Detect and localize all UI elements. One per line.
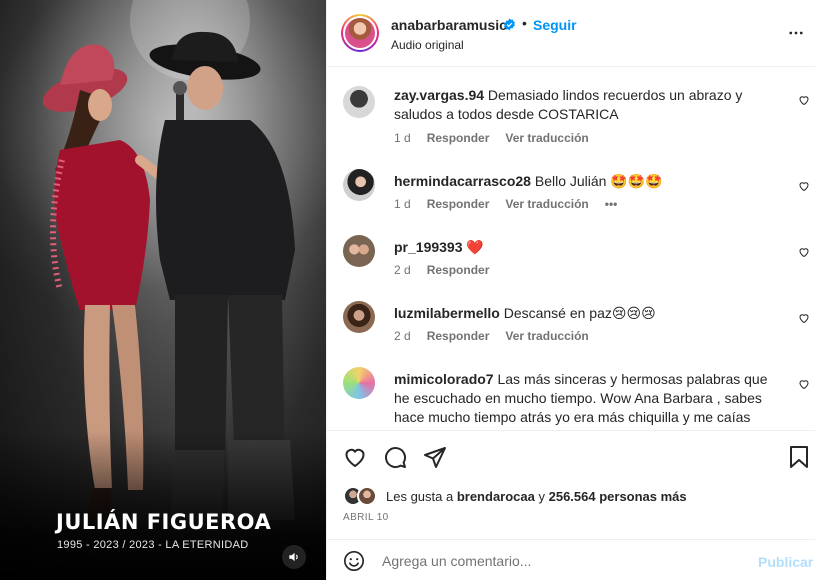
likes-conjunction: y — [534, 489, 549, 504]
comment-time[interactable]: 1 d — [394, 197, 411, 211]
comment-text: zay.vargas.94 Demasiado lindos recuerdos… — [394, 86, 780, 124]
like-comment-heart-icon[interactable] — [798, 94, 810, 106]
post-date[interactable]: ABRIL 10 — [343, 512, 389, 523]
follow-button[interactable]: Seguir — [533, 17, 577, 33]
like-comment-heart-icon[interactable] — [798, 246, 810, 258]
post-header: anabarbaramusic • Seguir Audio original — [327, 0, 815, 67]
comment-avatar[interactable] — [343, 367, 375, 399]
comment-input[interactable] — [382, 548, 742, 574]
liker-username[interactable]: brendarocaa — [457, 489, 535, 504]
comment-time[interactable]: 2 d — [394, 329, 411, 343]
header-separator: • — [522, 15, 527, 31]
like-comment-heart-icon[interactable] — [798, 180, 810, 192]
comment-time[interactable]: 2 d — [394, 263, 411, 277]
comment-username[interactable]: pr_199393 — [394, 239, 463, 255]
comment-avatar[interactable] — [343, 301, 375, 333]
sound-toggle-button[interactable] — [282, 545, 306, 569]
comment-text: pr_199393 ❤️ — [394, 238, 780, 257]
comment-text: hermindacarrasco28 Bello Julián 🤩🤩🤩 — [394, 172, 780, 191]
comment-body: Bello Julián 🤩🤩🤩 — [534, 173, 663, 189]
comment-bubble-icon[interactable] — [383, 445, 407, 469]
comment-username[interactable]: luzmilabermello — [394, 305, 500, 321]
post-media[interactable]: JULIÁN FIGUEROA 1995 - 2023 / 2023 - LA … — [0, 0, 326, 580]
speaker-icon — [289, 552, 298, 562]
comment-meta: 2 d Responder Ver traducción — [394, 329, 589, 343]
comment-meta: 1 d Responder Ver traducción ••• — [394, 197, 617, 211]
reply-button[interactable]: Responder — [427, 131, 490, 145]
comment-meta: 1 d Responder Ver traducción — [394, 131, 589, 145]
publish-button[interactable]: Publicar — [758, 554, 813, 570]
emoji-icon[interactable] — [343, 550, 365, 572]
liker-avatar[interactable] — [357, 486, 377, 506]
like-comment-heart-icon[interactable] — [798, 378, 810, 390]
comment-avatar[interactable] — [343, 86, 375, 118]
comment-options-button[interactable]: ••• — [605, 197, 618, 211]
translate-button[interactable]: Ver traducción — [505, 131, 588, 145]
comment-text: luzmilabermello Descansé en paz😢😢😢 — [394, 304, 780, 323]
translate-button[interactable]: Ver traducción — [505, 329, 588, 343]
comment-meta: 2 d Responder — [394, 263, 489, 277]
like-comment-heart-icon[interactable] — [798, 312, 810, 324]
translate-button[interactable]: Ver traducción — [505, 197, 588, 211]
more-horizontal-icon[interactable] — [787, 24, 805, 42]
reply-button[interactable]: Responder — [427, 263, 490, 277]
post-actions — [327, 430, 815, 484]
comment-username[interactable]: mimicolorado7 — [394, 371, 494, 387]
verified-badge-icon — [504, 18, 515, 31]
reply-button[interactable]: Responder — [427, 329, 490, 343]
comment-avatar[interactable] — [343, 235, 375, 267]
reply-button[interactable]: Responder — [427, 197, 490, 211]
comment-composer: Publicar — [327, 539, 815, 580]
like-heart-icon[interactable] — [343, 445, 367, 469]
likes-prefix: Les gusta a — [386, 489, 457, 504]
likes-count[interactable]: 256.564 personas más — [549, 489, 687, 504]
stage-shadow — [0, 430, 326, 580]
comment-time[interactable]: 1 d — [394, 131, 411, 145]
author-avatar[interactable] — [341, 14, 379, 52]
media-caption-title: JULIÁN FIGUEROA — [56, 510, 272, 534]
author-username[interactable]: anabarbaramusic — [391, 17, 507, 33]
comment-username[interactable]: zay.vargas.94 — [394, 87, 484, 103]
likes-text: Les gusta a brendarocaa y 256.564 person… — [386, 489, 687, 504]
comments-list[interactable]: zay.vargas.94 Demasiado lindos recuerdos… — [327, 68, 815, 430]
comment-text: mimicolorado7 Las más sinceras y hermosa… — [394, 370, 780, 430]
audio-label[interactable]: Audio original — [391, 38, 464, 52]
comment-body: ❤️ — [466, 239, 484, 255]
comment-body: Descansé en paz😢😢😢 — [503, 305, 656, 321]
share-send-icon[interactable] — [423, 445, 447, 469]
comment-avatar[interactable] — [343, 169, 375, 201]
likes-summary: Les gusta a brendarocaa y 256.564 person… — [343, 486, 803, 508]
comment-username[interactable]: hermindacarrasco28 — [394, 173, 531, 189]
media-caption-dates: 1995 - 2023 / 2023 - LA ETERNIDAD — [57, 539, 249, 551]
save-bookmark-icon[interactable] — [788, 445, 810, 469]
post-panel: anabarbaramusic • Seguir Audio original … — [326, 0, 815, 580]
